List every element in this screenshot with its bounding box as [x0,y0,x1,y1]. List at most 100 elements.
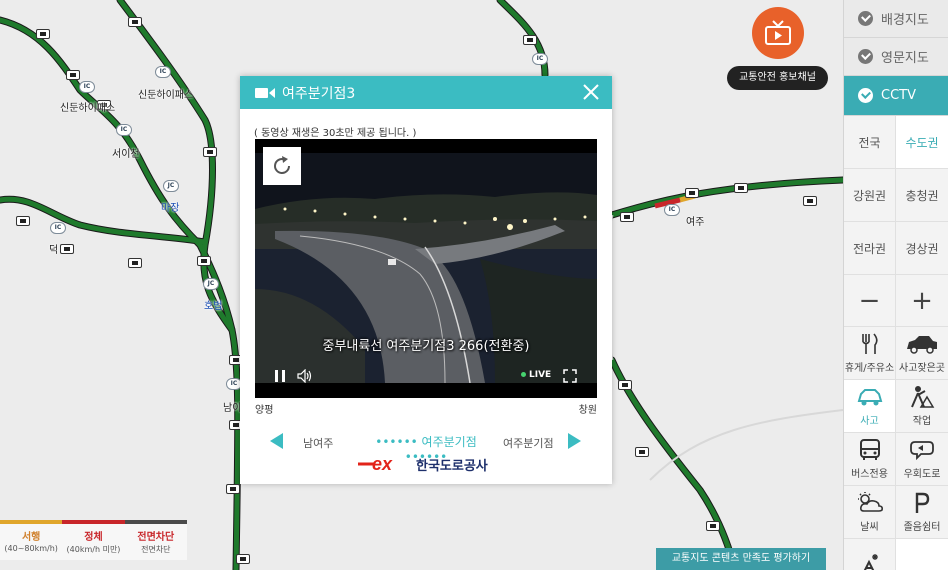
tool-label: 우회도로 [903,469,941,480]
tv-channel-button[interactable] [752,7,804,59]
tool-bus-lane[interactable]: 버스전용 [844,433,896,486]
live-label: LIVE [529,370,552,380]
prev-camera-arrow-icon[interactable] [270,433,283,449]
cctv-video-player[interactable]: 중부내륙선 여주분기점3 266(전환중) LIVE [255,139,597,398]
next-camera-label[interactable]: 여주분기점 [503,435,554,451]
cctv-marker[interactable] [203,147,217,157]
region-gangwon[interactable]: 강원권 [844,169,896,222]
tv-channel-label[interactable]: 교통안전 홍보채널 [727,66,828,90]
accident-car-icon [857,389,882,406]
video-camera-icon [255,87,275,98]
tool-detour[interactable]: 우회도로 [896,433,948,486]
korea-expressway-logo: ex 한국도로공사 [358,454,488,474]
bus-icon [859,439,880,460]
layer-label: 배경지도 [881,13,929,28]
cctv-frame [255,139,597,398]
zoom-out-button[interactable]: − [844,275,896,327]
map-label-yeoju: 여주 [686,217,705,228]
fullscreen-icon[interactable] [563,369,577,383]
map-label-seoichon: 서이천 [112,149,140,160]
tv-icon [765,20,791,45]
cctv-marker[interactable] [734,183,748,193]
refresh-icon [274,156,290,174]
map-label-majang: 마장 [161,203,180,214]
region-nationwide[interactable]: 전국 [844,116,896,169]
fork-knife-icon [861,333,878,354]
region-capital[interactable]: 수도권 [896,116,948,169]
playback-notice: ( 동영상 재생은 30초만 제공 됩니다. ) [254,128,417,139]
tool-rest-area[interactable]: 휴게/주유소 [844,327,896,380]
legend-closed-sub: 전면차단 [141,545,171,554]
tool-grid: 휴게/주유소 사고잦은곳 사고 작업 버스전용 우회도로 날씨 졸음쉼터 [844,327,948,570]
tool-snow[interactable] [844,539,896,570]
cctv-marker[interactable] [60,244,74,254]
video-controls: LIVE [255,364,597,388]
map-label-hobeop: 호법 [204,301,223,312]
cctv-modal: 여주분기점3 ( 동영상 재생은 30초만 제공 됩니다. ) 중부내륙선 여주… [240,76,612,484]
cctv-marker[interactable] [197,256,211,266]
tool-label: 버스전용 [851,469,888,480]
weather-icon [857,492,883,512]
pause-icon[interactable] [275,370,285,382]
worker-icon [911,386,935,408]
map-label-sindun2: 신둔하이패스 [138,90,194,101]
layer-cctv[interactable]: CCTV [844,76,948,116]
next-camera-arrow-icon[interactable] [568,433,581,449]
jc-badge: JC [203,278,219,290]
tool-accident-prone[interactable]: 사고잦은곳 [896,327,948,380]
direction-left: 양평 [255,405,274,416]
close-icon[interactable] [582,83,600,101]
ic-badge: IC [155,66,171,78]
tool-label: 휴게/주유소 [844,363,895,374]
cctv-marker[interactable] [523,35,537,45]
ic-badge: IC [532,53,548,65]
cctv-marker[interactable] [706,521,720,531]
cctv-marker[interactable] [16,216,30,226]
tool-drowsy-shelter[interactable]: 졸음쉼터 [896,486,948,539]
cctv-marker[interactable] [635,447,649,457]
cctv-marker[interactable] [36,29,50,39]
cctv-marker[interactable] [128,258,142,268]
legend-jam: 정체 (40km/h 미만) [62,520,125,560]
region-jeolla[interactable]: 전라권 [844,222,896,275]
cctv-marker[interactable] [226,484,240,494]
cctv-marker[interactable] [66,70,80,80]
cctv-marker[interactable] [685,188,699,198]
check-circle-icon [858,11,873,26]
map-label-sindun: 신둔하이패스 [60,103,116,114]
legend-slow: 서행 (40~80km/h) [0,520,63,560]
region-gyeongsang[interactable]: 경상권 [896,222,948,275]
tool-label: 날씨 [860,522,879,533]
map-label-deok: 덕 [49,245,59,256]
tool-label: 사고 [860,416,879,427]
check-circle-icon [858,49,873,64]
tool-label: 졸음쉼터 [903,522,941,533]
cctv-marker[interactable] [236,554,250,564]
legend-closed: 전면차단 전면차단 [124,520,188,560]
layer-label: 영문지도 [881,51,929,66]
prev-camera-label[interactable]: 남여주 [303,435,333,451]
detour-icon [910,441,934,461]
cctv-marker[interactable] [618,380,632,390]
tool-weather[interactable]: 날씨 [844,486,896,539]
volume-icon[interactable] [297,369,313,383]
tool-work[interactable]: 작업 [896,380,948,433]
logo-mark: ex [372,455,393,473]
tool-accident[interactable]: 사고 [844,380,896,433]
legend-jam-title: 정체 [84,532,103,543]
camera-navigation: 남여주 •••••• 여주분기점 •••••• 여주분기점 [240,432,612,464]
legend-slow-title: 서행 [21,532,41,543]
cctv-marker[interactable] [128,17,142,27]
car-crash-icon [907,336,937,354]
cctv-marker[interactable] [620,212,634,222]
region-chungcheong[interactable]: 충청권 [896,169,948,222]
survey-banner[interactable]: 교통지도 콘텐츠 만족도 평가하기 [656,548,826,570]
tool-label: 작업 [912,416,932,427]
layer-background-map[interactable]: 배경지도 [844,0,948,38]
cctv-marker[interactable] [803,196,817,206]
legend-jam-sub: (40km/h 미만) [66,545,121,554]
logo-text: 한국도로공사 [416,458,488,474]
zoom-in-button[interactable]: + [896,275,948,327]
refresh-button[interactable] [263,147,301,185]
layer-english-map[interactable]: 영문지도 [844,38,948,76]
